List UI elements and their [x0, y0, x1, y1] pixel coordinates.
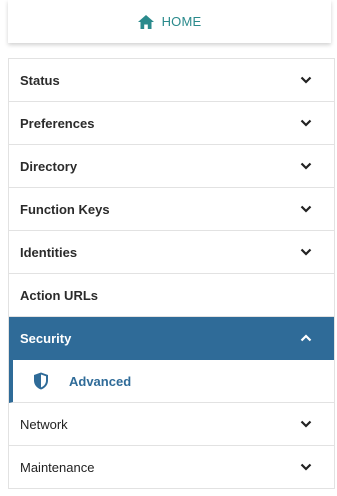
chevron-down-icon [300, 248, 312, 256]
menu-item-label: Security [20, 330, 72, 346]
menu-item-label: Identities [20, 244, 78, 260]
menu-item-label: Function Keys [20, 201, 110, 217]
home-button[interactable]: HOME [8, 0, 331, 43]
menu-item-function-keys[interactable]: Function Keys [9, 188, 334, 231]
home-label: HOME [161, 14, 202, 29]
menu-item-label: Preferences [20, 115, 95, 131]
home-icon [137, 14, 154, 29]
sidebar-panel: HOME Status Preferences Directory Functi… [0, 0, 337, 496]
menu-item-preferences[interactable]: Preferences [9, 102, 334, 145]
shield-icon [34, 372, 48, 390]
menu-item-label: Directory [20, 158, 78, 174]
menu-item-action-urls[interactable]: Action URLs [9, 274, 334, 317]
menu-item-label: Action URLs [20, 287, 98, 303]
submenu-item-label: Advanced [69, 373, 132, 389]
menu-item-label: Network [20, 416, 68, 432]
menu-item-label: Status [20, 72, 60, 88]
chevron-down-icon [300, 76, 312, 84]
menu-item-status[interactable]: Status [9, 59, 334, 102]
settings-menu: Status Preferences Directory Function Ke… [8, 58, 335, 489]
menu-item-directory[interactable]: Directory [9, 145, 334, 188]
chevron-down-icon [300, 463, 312, 471]
chevron-down-icon [300, 205, 312, 213]
menu-item-maintenance[interactable]: Maintenance [9, 446, 334, 489]
chevron-up-icon [300, 334, 312, 342]
submenu-item-advanced[interactable]: Advanced [9, 360, 334, 403]
menu-item-network[interactable]: Network [9, 403, 334, 446]
menu-item-identities[interactable]: Identities [9, 231, 334, 274]
chevron-down-icon [300, 119, 312, 127]
menu-item-label: Maintenance [20, 459, 95, 475]
chevron-down-icon [300, 162, 312, 170]
chevron-down-icon [300, 420, 312, 428]
menu-item-security[interactable]: Security [9, 317, 334, 360]
